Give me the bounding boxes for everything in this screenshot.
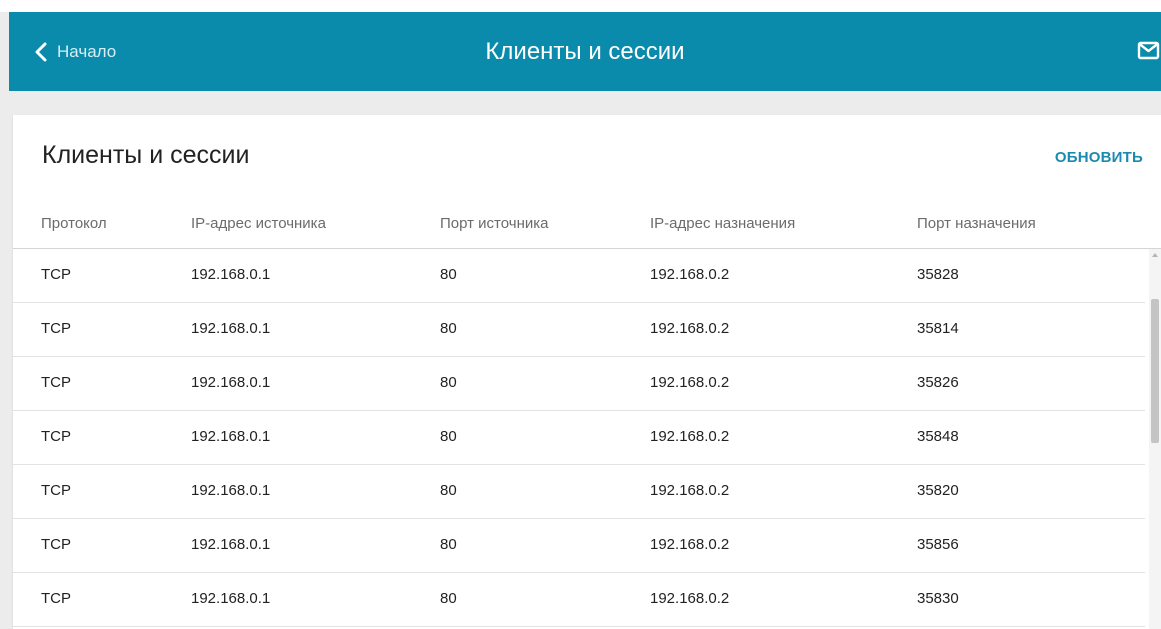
cell-destination-ip: 192.168.0.2 [650,590,730,607]
cell-destination-port: 35828 [917,266,959,283]
cell-source-port: 80 [440,590,457,607]
table-body: TCP 192.168.0.1 80 192.168.0.2 35828 TCP… [13,249,1145,627]
cell-source-ip: 192.168.0.1 [191,320,271,337]
cell-destination-port: 35848 [917,428,959,445]
cell-protocol: TCP [41,320,71,337]
cell-destination-port: 35856 [917,536,959,553]
table-scrollbar[interactable] [1149,249,1161,629]
cell-destination-port: 35814 [917,320,959,337]
cell-source-ip: 192.168.0.1 [191,536,271,553]
top-strip [0,0,1161,12]
cell-protocol: TCP [41,428,71,445]
table-row[interactable]: TCP 192.168.0.1 80 192.168.0.2 35814 [13,303,1145,357]
cell-destination-port: 35830 [917,590,959,607]
cell-destination-ip: 192.168.0.2 [650,320,730,337]
cell-destination-ip: 192.168.0.2 [650,374,730,391]
app-frame: Начало Клиенты и сессии Клиенты и сессии… [0,0,1161,629]
cell-protocol: TCP [41,536,71,553]
cell-protocol: TCP [41,590,71,607]
cell-source-port: 80 [440,536,457,553]
table-row[interactable]: TCP 192.168.0.1 80 192.168.0.2 35830 [13,573,1145,627]
column-header-destination-port[interactable]: Порт назначения [917,215,1036,232]
cell-source-ip: 192.168.0.1 [191,590,271,607]
cell-source-ip: 192.168.0.1 [191,428,271,445]
table-row[interactable]: TCP 192.168.0.1 80 192.168.0.2 35820 [13,465,1145,519]
header-bar: Начало Клиенты и сессии [9,12,1161,91]
cell-source-port: 80 [440,266,457,283]
table-row[interactable]: TCP 192.168.0.1 80 192.168.0.2 35828 [13,249,1145,303]
cell-protocol: TCP [41,482,71,499]
scroll-thumb[interactable] [1151,299,1159,443]
cell-destination-port: 35820 [917,482,959,499]
cell-source-port: 80 [440,428,457,445]
page-title: Клиенты и сессии [485,38,685,65]
mail-icon[interactable] [1137,40,1161,62]
cell-protocol: TCP [41,374,71,391]
column-header-protocol[interactable]: Протокол [41,215,107,232]
cell-source-port: 80 [440,374,457,391]
cell-destination-ip: 192.168.0.2 [650,266,730,283]
cell-source-ip: 192.168.0.1 [191,482,271,499]
table-row[interactable]: TCP 192.168.0.1 80 192.168.0.2 35848 [13,411,1145,465]
cell-source-ip: 192.168.0.1 [191,266,271,283]
cell-destination-port: 35826 [917,374,959,391]
scroll-up-arrow-icon[interactable] [1152,253,1158,257]
table-row[interactable]: TCP 192.168.0.1 80 192.168.0.2 35826 [13,357,1145,411]
cell-destination-ip: 192.168.0.2 [650,482,730,499]
card-title: Клиенты и сессии [42,141,250,169]
table-header: Протокол IP-адрес источника Порт источни… [13,201,1161,249]
cell-protocol: TCP [41,266,71,283]
cell-source-port: 80 [440,482,457,499]
column-header-destination-ip[interactable]: IP-адрес назначения [650,215,795,232]
refresh-button[interactable]: ОБНОВИТЬ [1055,149,1143,166]
column-header-source-port[interactable]: Порт источника [440,215,548,232]
cell-source-ip: 192.168.0.1 [191,374,271,391]
sessions-card: Клиенты и сессии ОБНОВИТЬ Протокол IP-ад… [13,115,1161,629]
table-row[interactable]: TCP 192.168.0.1 80 192.168.0.2 35856 [13,519,1145,573]
cell-source-port: 80 [440,320,457,337]
cell-destination-ip: 192.168.0.2 [650,536,730,553]
column-header-source-ip[interactable]: IP-адрес источника [191,215,326,232]
cell-destination-ip: 192.168.0.2 [650,428,730,445]
